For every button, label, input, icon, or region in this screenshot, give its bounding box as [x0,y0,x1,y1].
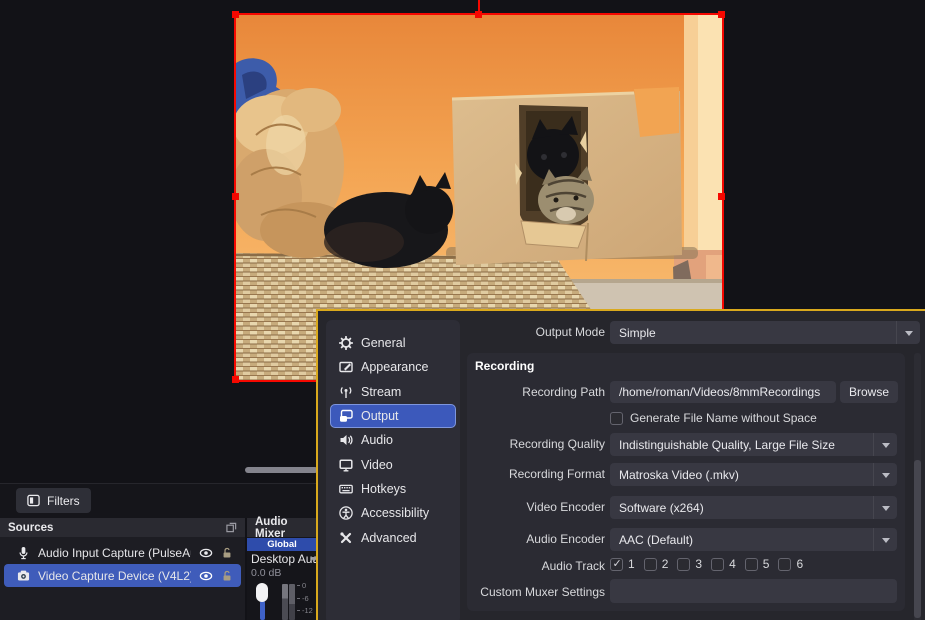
settings-tab-appearance[interactable]: Appearance [330,355,456,379]
browse-button[interactable]: Browse [840,381,898,403]
settings-scrollbar-thumb[interactable] [914,460,921,618]
chevron-down-icon [873,433,897,456]
settings-tab-label: Output [361,409,399,423]
meter-tick: -12 [297,606,313,615]
selection-handle-top-center[interactable] [475,11,482,18]
audio-track-1-checkbox[interactable] [610,558,623,571]
selection-handle-top-right[interactable] [718,11,725,18]
audio-track-2-checkbox[interactable] [644,558,657,571]
audio-track-4-checkbox[interactable] [711,558,724,571]
selection-handle-bottom-left[interactable] [232,376,239,383]
meter-tick: 0 [297,581,306,590]
video-encoder-dropdown[interactable]: Software (x264) [610,496,897,519]
output-mode-label: Output Mode [378,323,605,341]
audio-level-meter [282,584,288,620]
audio-encoder-label: Audio Encoder [378,530,605,548]
audio-level-meter [289,584,295,620]
chevron-down-icon [873,528,897,551]
selection-handle-middle-right[interactable] [718,193,725,200]
output-mode-dropdown[interactable]: Simple [610,321,920,344]
recording-section-title: Recording [475,359,534,373]
volume-slider-handle[interactable] [256,583,268,602]
dock-popout-icon[interactable] [226,522,237,533]
gear-icon [339,336,353,350]
recording-format-label: Recording Format [378,465,605,483]
preview-horizontal-scrollbar[interactable] [245,467,318,473]
recording-path-label: Recording Path [378,383,605,401]
accessibility-icon [339,506,353,520]
source-row-audio-input-capture[interactable]: Audio Input Capture (PulseAudio) [4,541,241,564]
source-label: Audio Input Capture (PulseAudio) [38,546,191,560]
lock-unlocked-icon[interactable] [221,546,233,559]
appearance-icon [339,360,353,374]
visibility-eye-icon[interactable] [199,570,213,582]
source-label: Video Capture Device (V4L2) [38,569,191,583]
settings-tab-label: Hotkeys [361,482,406,496]
selection-handle-top-left[interactable] [232,11,239,18]
chevron-down-icon [873,463,897,486]
source-row-video-capture-device[interactable]: Video Capture Device (V4L2) [4,564,241,587]
selection-handle-middle-left[interactable] [232,193,239,200]
audio-track-label: Audio Track [378,557,605,575]
sources-list: Audio Input Capture (PulseAudio) Video C… [0,537,245,620]
audio-track-6-checkbox[interactable] [778,558,791,571]
generate-filename-checkbox[interactable] [610,412,623,425]
visibility-eye-icon[interactable] [199,547,213,559]
audio-mixer-title: Audio Mixer [255,516,310,540]
settings-dialog: General Appearance Stream [316,309,925,620]
audio-track-3-checkbox[interactable] [677,558,690,571]
generate-filename-label: Generate File Name without Space [630,411,817,425]
settings-tab-label: Appearance [361,360,428,374]
tools-icon [339,531,353,545]
audio-track-checkboxes: 1 2 3 4 5 6 [610,557,803,571]
recording-quality-label: Recording Quality [378,435,605,453]
sources-dock-header[interactable]: Sources [0,518,245,537]
custom-muxer-label: Custom Muxer Settings [378,583,605,601]
filters-button[interactable]: Filters [16,488,91,513]
output-icon [339,409,353,423]
speaker-icon [339,433,353,447]
generate-filename-checkbox-row: Generate File Name without Space [610,411,817,425]
filters-button-label: Filters [47,494,80,508]
monitor-icon [339,458,353,472]
microphone-icon [17,546,30,560]
obs-main-window: Filters Sources Audio Input Capture (Pul… [0,0,925,620]
custom-muxer-input[interactable] [610,579,897,603]
audio-track-5-checkbox[interactable] [745,558,758,571]
video-encoder-label: Video Encoder [378,498,605,516]
volume-slider-track[interactable] [260,601,265,620]
recording-format-dropdown[interactable]: Matroska Video (.mkv) [610,463,897,486]
lock-unlocked-icon[interactable] [221,569,233,582]
audio-mixer-header[interactable]: Audio Mixer [247,518,318,537]
mixer-volume-db: 0.0 dB [251,567,281,579]
meter-tick: -6 [297,594,309,603]
recording-quality-dropdown[interactable]: Indistinguishable Quality, Large File Si… [610,433,897,456]
antenna-icon [339,385,353,399]
chevron-down-icon [873,496,897,519]
mixer-profile-badge: Global [247,538,317,551]
chevron-down-icon [896,321,920,344]
settings-tab-output[interactable]: Output [330,404,456,428]
camera-icon [17,569,30,582]
audio-encoder-dropdown[interactable]: AAC (Default) [610,528,897,551]
filters-icon [27,494,40,507]
sources-dock-title: Sources [8,522,226,534]
keyboard-icon [339,482,353,496]
recording-path-input[interactable]: /home/roman/Videos/8mmRecordings [610,381,836,403]
